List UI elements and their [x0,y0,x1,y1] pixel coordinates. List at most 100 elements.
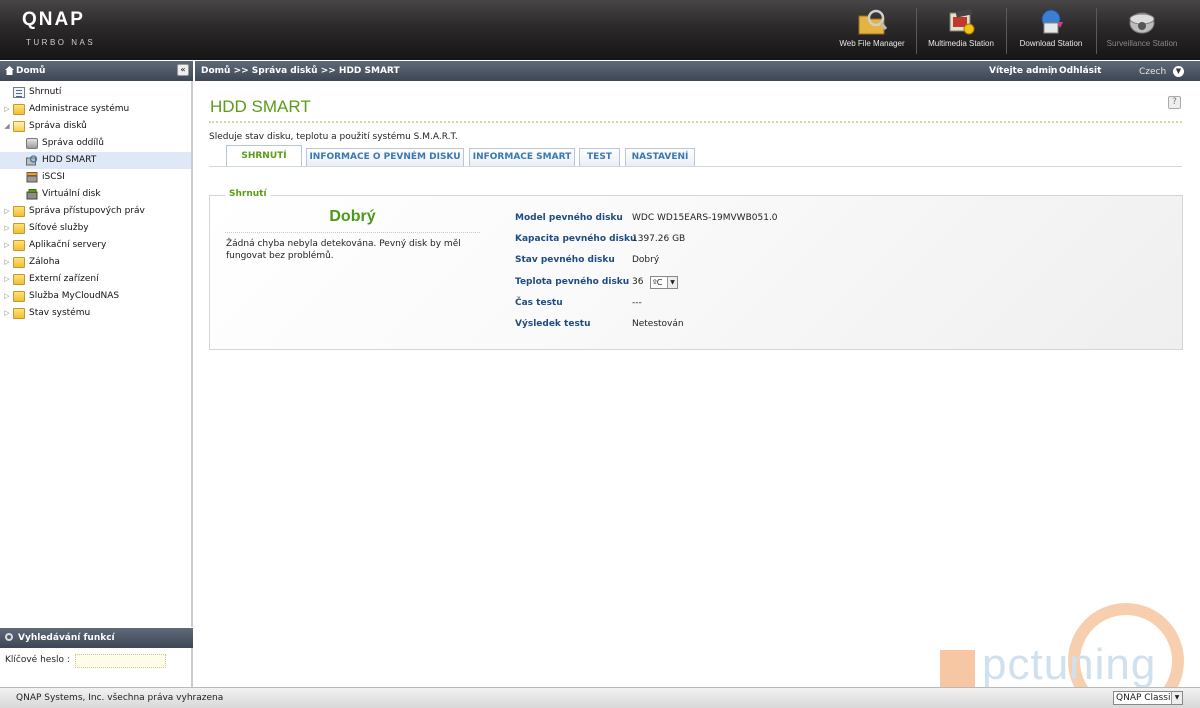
copyright-text: QNAP Systems, Inc. všechna práva vyhraze… [16,693,224,703]
chevron-down-icon: ▼ [667,277,677,288]
sidebar-item-label: Aplikační servery [29,240,107,250]
sidebar-item-label: Správa oddílů [42,138,104,148]
chevron-down-icon: ▼ [1171,692,1182,704]
disk-status-label: Stav pevného disku [515,255,615,265]
sidebar-item-summary[interactable]: Shrnutí [0,84,191,101]
expand-arrow-icon[interactable]: ▷ [3,220,11,237]
app-separator [1006,8,1007,54]
main-content: HDD SMART ? Sleduje stav disku, teplotu … [195,81,1200,687]
sidebar-item-system-status[interactable]: ▷ Stav systému [0,305,191,322]
pctuning-watermark: pctuning [940,600,1190,708]
sidebar-item-application-servers[interactable]: ▷ Aplikační servery [0,237,191,254]
temperature-value: 36 [632,277,644,287]
title-divider [209,121,1182,123]
function-search-panel: Klíčové heslo : [0,648,193,687]
folder-icon [13,104,25,115]
page-description: Sleduje stav disku, teplotu a použití sy… [209,132,458,142]
theme-select[interactable]: QNAP Classic ▼ [1113,691,1183,705]
separator: | [1050,66,1054,76]
sidebar-item-label: Shrnutí [29,87,62,97]
tab-disk-info[interactable]: INFORMACE O PEVNÉM DISKU [306,148,464,166]
web-file-manager-label: Web File Manager [839,39,905,48]
sidebar-item-disk-management[interactable]: ◢ Správa disků [0,118,191,135]
tab-summary[interactable]: SHRNUTÍ [226,145,302,166]
expand-arrow-icon[interactable]: ▷ [3,271,11,288]
folder-icon [13,308,25,319]
app-window: QNAP TURBO NAS Web File Manager Multimed… [0,0,1200,708]
sidebar-item-label: Stav systému [29,308,91,318]
search-icon [5,633,13,641]
iscsi-icon [26,172,38,183]
expand-arrow-icon[interactable]: ▷ [3,203,11,220]
keyword-input[interactable] [75,654,166,668]
qnap-logo: QNAP [22,9,85,30]
download-station-button[interactable]: Download Station [1010,0,1092,60]
tab-settings[interactable]: NASTAVENÍ [625,148,695,166]
page-title: HDD SMART [210,97,311,116]
test-time-value: --- [632,298,642,308]
tab-test[interactable]: TEST [579,148,620,166]
multimedia-station-button[interactable]: Multimedia Station [920,0,1002,60]
expand-arrow-icon[interactable]: ▷ [3,237,11,254]
collapse-sidebar-button[interactable]: « [177,64,189,76]
folder-icon [13,274,25,285]
hdd-smart-icon [26,155,38,166]
multimedia-station-label: Multimedia Station [928,39,994,48]
status-divider [225,232,480,233]
logout-link[interactable]: Odhlásit [1059,66,1101,76]
watermark-block [940,650,975,688]
sidebar-item-label: Externí zařízení [29,274,99,284]
sidebar-item-label: Záloha [29,257,60,267]
sidebar-item-label: Virtuální disk [42,189,101,199]
summary-legend: Shrnutí [225,189,271,199]
help-icon[interactable]: ? [1168,96,1181,109]
language-selector[interactable]: Czech [1139,67,1166,77]
theme-value: QNAP Classic [1116,693,1176,703]
sidebar-title: Domů [16,66,46,76]
turbo-nas-label: TURBO NAS [26,38,96,47]
sidebar-item-hdd-smart[interactable]: HDD SMART [0,152,191,169]
sidebar-item-iscsi[interactable]: iSCSI [0,169,191,186]
footer-bar: QNAP Systems, Inc. všechna práva vyhraze… [0,687,1200,708]
test-result-value: Netestován [632,319,684,329]
sidebar-item-label: Administrace systému [29,104,130,114]
model-value: WDC WD15EARS-19MVWB051.0 [632,213,778,223]
sidebar-item-virtual-disk[interactable]: Virtuální disk [0,186,191,203]
surveillance-station-button[interactable]: Surveillance Station [1100,0,1184,60]
app-separator [1096,8,1097,54]
web-file-manager-icon [858,9,888,35]
watermark-text: pctuning [982,640,1157,689]
sidebar-item-label: HDD SMART [42,155,97,165]
expand-arrow-icon[interactable]: ▷ [3,101,11,118]
temperature-unit-select[interactable]: ºC ▼ [650,276,678,289]
sidebar-item-volume-management[interactable]: Správa oddílů [0,135,191,152]
surveillance-station-label: Surveillance Station [1106,39,1178,48]
disk-status-value: Dobrý [632,255,660,265]
sidebar-item-label: Správa disků [29,121,87,131]
folder-icon [13,206,25,217]
function-search-header: Vyhledávání funkcí [0,628,193,648]
sidebar-item-external-devices[interactable]: ▷ Externí zařízení [0,271,191,288]
folder-icon [13,240,25,251]
sidebar-item-backup[interactable]: ▷ Záloha [0,254,191,271]
sidebar-item-mycloudnas[interactable]: ▷ Služba MyCloudNAS [0,288,191,305]
sidebar-item-access-rights[interactable]: ▷ Správa přístupových práv [0,203,191,220]
tab-smart-info[interactable]: INFORMACE SMART [469,148,575,166]
web-file-manager-button[interactable]: Web File Manager [832,0,912,60]
multimedia-station-icon [949,8,975,35]
folder-open-icon [13,121,25,132]
expand-arrow-icon[interactable]: ▷ [3,288,11,305]
capacity-value: 1397.26 GB [632,234,686,244]
function-search-title: Vyhledávání funkcí [18,633,115,643]
keyword-label: Klíčové heslo : [5,655,70,665]
expand-arrow-icon[interactable]: ▷ [3,305,11,322]
tab-divider [209,166,1182,167]
sidebar-item-system-admin[interactable]: ▷ Administrace systému [0,101,191,118]
expand-arrow-icon[interactable]: ▷ [3,254,11,271]
app-separator [916,8,917,54]
collapse-arrow-icon[interactable]: ◢ [3,118,11,135]
test-result-label: Výsledek testu [515,319,591,329]
sidebar-item-network-services[interactable]: ▷ Síťové služby [0,220,191,237]
status-message: Žádná chyba nebyla detekována. Pevný dis… [226,239,461,261]
chevron-down-icon[interactable]: ▼ [1173,66,1184,77]
